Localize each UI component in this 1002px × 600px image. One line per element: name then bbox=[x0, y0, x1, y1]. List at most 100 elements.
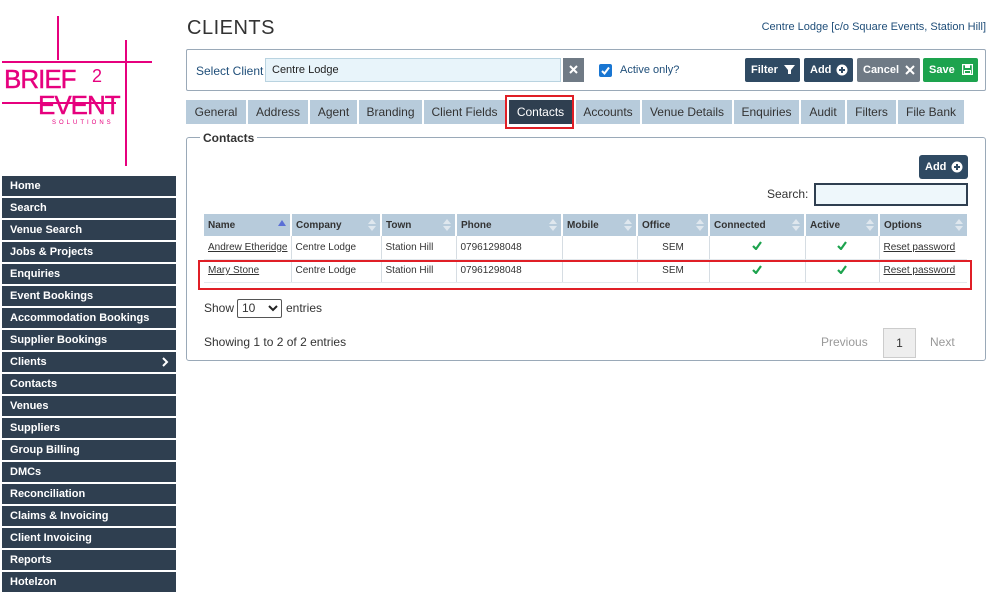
tab-branding[interactable]: Branding bbox=[359, 100, 422, 124]
column-header-label: Connected bbox=[714, 219, 766, 231]
sidebar-item-venue-search[interactable]: Venue Search bbox=[2, 220, 176, 242]
tab-enquiries[interactable]: Enquiries bbox=[734, 100, 799, 124]
add-contact-button[interactable]: Add bbox=[919, 155, 968, 179]
sidebar-item-label: Supplier Bookings bbox=[10, 334, 108, 346]
sidebar-item-label: Claims & Invoicing bbox=[10, 510, 109, 522]
sidebar-item-venues[interactable]: Venues bbox=[2, 396, 176, 418]
column-header-mobile[interactable]: Mobile bbox=[562, 214, 638, 236]
selected-row-highlight bbox=[198, 260, 972, 290]
sidebar-item-label: Jobs & Projects bbox=[10, 246, 94, 258]
sidebar-item-label: Group Billing bbox=[10, 444, 80, 456]
reset-password-link[interactable]: Reset password bbox=[884, 242, 956, 253]
table-info-text: Showing 1 to 2 of 2 entries bbox=[204, 335, 347, 349]
tab-client-fields[interactable]: Client Fields bbox=[424, 100, 505, 124]
entries-per-page-value: 10 bbox=[242, 301, 256, 315]
sidebar-item-enquiries[interactable]: Enquiries bbox=[2, 264, 176, 286]
sidebar-item-client-invoicing[interactable]: Client Invoicing bbox=[2, 528, 176, 550]
column-header-office[interactable]: Office bbox=[637, 214, 710, 236]
table-row: Andrew Etheridge Centre Lodge Station Hi… bbox=[204, 236, 967, 260]
sidebar-item-contacts[interactable]: Contacts bbox=[2, 374, 176, 396]
tab-file-bank[interactable]: File Bank bbox=[898, 100, 964, 124]
sidebar-item-label: Event Bookings bbox=[10, 290, 94, 302]
tab-venue-details[interactable]: Venue Details bbox=[642, 100, 732, 124]
tab-label: Agent bbox=[317, 105, 350, 119]
sidebar-item-label: Contacts bbox=[10, 378, 58, 390]
tab-address[interactable]: Address bbox=[248, 100, 308, 124]
active-only-checkbox[interactable] bbox=[599, 64, 612, 77]
sidebar-item-reconciliation[interactable]: Reconciliation bbox=[2, 484, 176, 506]
contact-name-link[interactable]: Andrew Etheridge bbox=[208, 242, 288, 253]
sidebar-item-label: Venues bbox=[10, 400, 49, 412]
column-header-name[interactable]: Name bbox=[204, 214, 292, 236]
tab-general[interactable]: General bbox=[186, 100, 246, 124]
svg-text:SOLUTIONS: SOLUTIONS bbox=[52, 120, 114, 126]
sidebar-item-jobs-projects[interactable]: Jobs & Projects bbox=[2, 242, 176, 264]
column-header-label: Town bbox=[386, 219, 412, 231]
sidebar-item-label: Client Invoicing bbox=[10, 532, 92, 544]
town-cell: Station Hill bbox=[381, 236, 457, 260]
column-header-label: Company bbox=[296, 219, 342, 231]
tab-label: Client Fields bbox=[431, 105, 498, 119]
tab-agent[interactable]: Agent bbox=[310, 100, 357, 124]
column-header-phone[interactable]: Phone bbox=[456, 214, 563, 236]
plus-circle-icon bbox=[951, 161, 963, 173]
tab-accounts[interactable]: Accounts bbox=[576, 100, 640, 124]
show-entries-label: Show bbox=[204, 301, 235, 315]
column-header-town[interactable]: Town bbox=[381, 214, 457, 236]
tab-label: Audit bbox=[809, 105, 837, 119]
checkmark-icon bbox=[601, 66, 610, 76]
previous-page-button[interactable]: Previous bbox=[821, 335, 868, 349]
cancel-button[interactable]: Cancel bbox=[857, 58, 920, 82]
sidebar-item-supplier-bookings[interactable]: Supplier Bookings bbox=[2, 330, 176, 352]
sidebar-item-clients[interactable]: Clients bbox=[2, 352, 176, 374]
client-select-input[interactable]: Centre Lodge bbox=[265, 58, 561, 82]
sidebar-item-reports[interactable]: Reports bbox=[2, 550, 176, 572]
add-client-button[interactable]: Add bbox=[804, 58, 853, 82]
sort-icon bbox=[549, 219, 557, 231]
tab-label: File Bank bbox=[905, 105, 957, 119]
tab-audit[interactable]: Audit bbox=[801, 100, 845, 124]
save-button[interactable]: Save bbox=[923, 58, 978, 82]
sidebar-item-hotelzon[interactable]: Hotelzon bbox=[2, 572, 176, 594]
column-header-label: Phone bbox=[461, 219, 492, 231]
sidebar-item-group-billing[interactable]: Group Billing bbox=[2, 440, 176, 462]
sidebar-item-accommodation-bookings[interactable]: Accommodation Bookings bbox=[2, 308, 176, 330]
column-header-options[interactable]: Options bbox=[879, 214, 967, 236]
floppy-disk-icon bbox=[962, 64, 973, 75]
active-only-label: Active only? bbox=[620, 64, 680, 76]
tab-label: Accounts bbox=[583, 105, 633, 119]
column-header-label: Name bbox=[208, 219, 236, 231]
next-page-button[interactable]: Next bbox=[930, 335, 955, 349]
current-client-info: Centre Lodge [c/o Square Events, Station… bbox=[761, 21, 986, 33]
check-icon bbox=[837, 241, 847, 251]
filter-icon bbox=[784, 65, 795, 74]
sidebar-item-dmcs[interactable]: DMCs bbox=[2, 462, 176, 484]
sidebar-item-claims-invoicing[interactable]: Claims & Invoicing bbox=[2, 506, 176, 528]
entries-label: entries bbox=[286, 301, 323, 315]
page-1-button[interactable]: 1 bbox=[883, 328, 916, 358]
svg-text:EVENT: EVENT bbox=[38, 90, 121, 120]
tab-filters[interactable]: Filters bbox=[847, 100, 896, 124]
sort-icon bbox=[368, 219, 376, 231]
sidebar-item-home[interactable]: Home bbox=[2, 176, 176, 198]
check-icon bbox=[752, 241, 762, 251]
close-icon bbox=[905, 65, 915, 75]
sort-asc-icon bbox=[278, 220, 286, 226]
sidebar-item-label: Suppliers bbox=[10, 422, 61, 434]
client-select-value: Centre Lodge bbox=[272, 64, 339, 76]
entries-per-page-select[interactable]: 10 bbox=[237, 299, 282, 318]
filter-button[interactable]: Filter bbox=[745, 58, 800, 82]
sidebar-item-label: Reports bbox=[10, 554, 52, 566]
plus-circle-icon bbox=[836, 64, 848, 76]
column-header-active[interactable]: Active bbox=[805, 214, 880, 236]
column-header-company[interactable]: Company bbox=[291, 214, 382, 236]
column-header-label: Office bbox=[642, 219, 671, 231]
clear-client-button[interactable] bbox=[563, 58, 584, 82]
sidebar-item-event-bookings[interactable]: Event Bookings bbox=[2, 286, 176, 308]
sidebar-item-suppliers[interactable]: Suppliers bbox=[2, 418, 176, 440]
sidebar-item-search[interactable]: Search bbox=[2, 198, 176, 220]
chevron-down-icon bbox=[268, 305, 278, 312]
column-header-connected[interactable]: Connected bbox=[709, 214, 806, 236]
add-contact-label: Add bbox=[925, 161, 947, 173]
search-input[interactable] bbox=[814, 183, 968, 206]
